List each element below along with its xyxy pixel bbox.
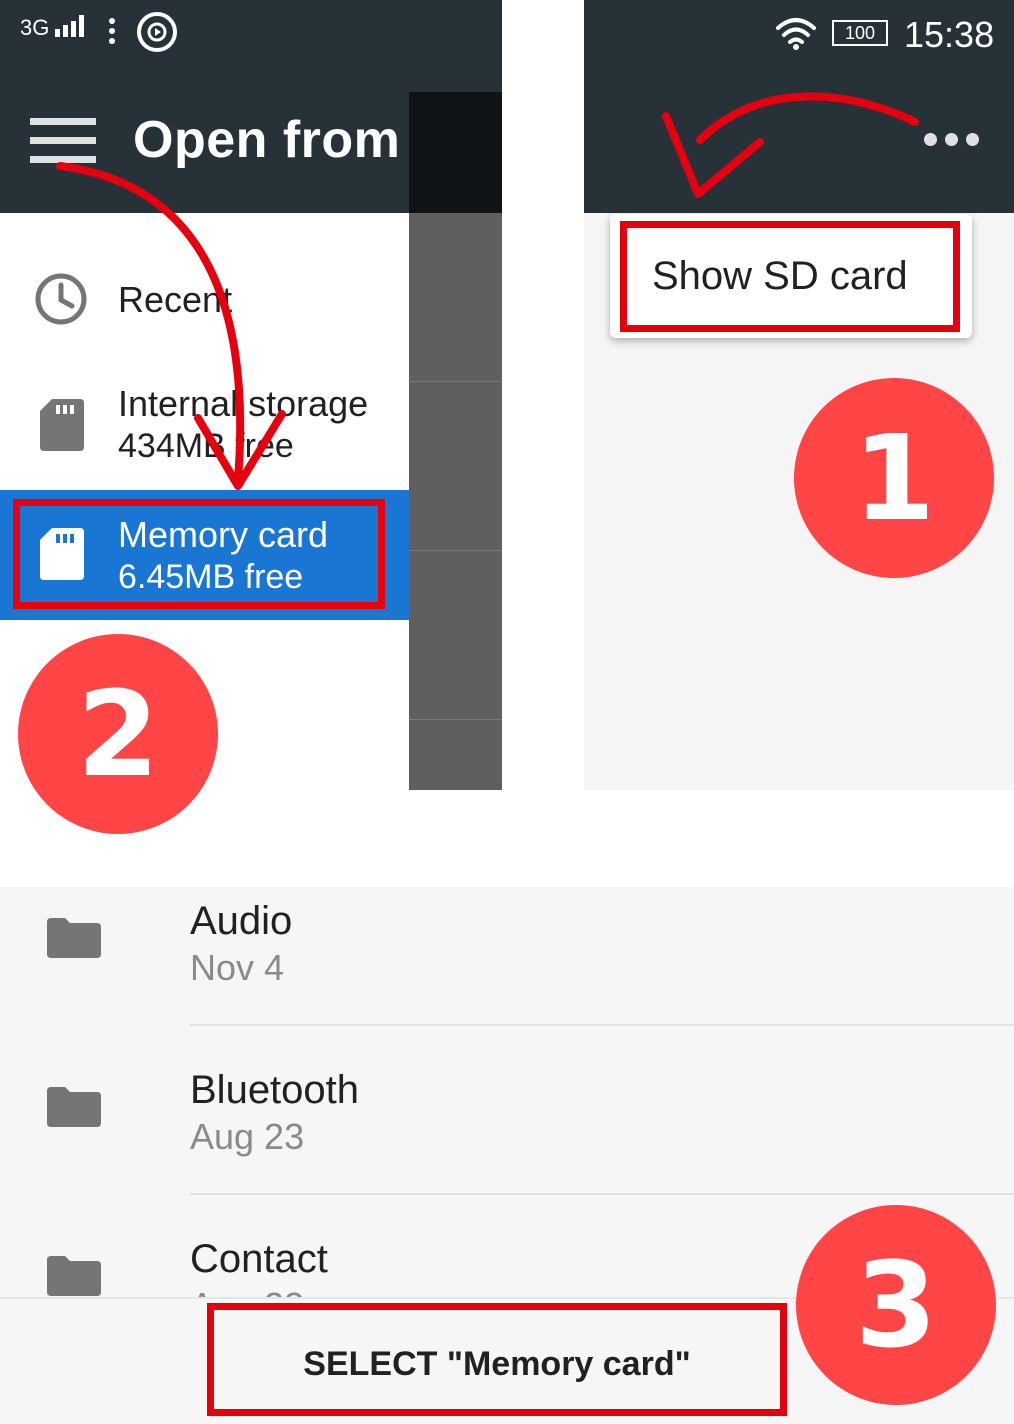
arrow-to-memory-card: [56, 162, 245, 484]
step-badge-2: 2: [18, 634, 218, 834]
arrow-to-show-sd-card: [696, 92, 919, 144]
step-badge-3: 3: [796, 1205, 996, 1405]
step-badge-1: 1: [794, 378, 994, 578]
